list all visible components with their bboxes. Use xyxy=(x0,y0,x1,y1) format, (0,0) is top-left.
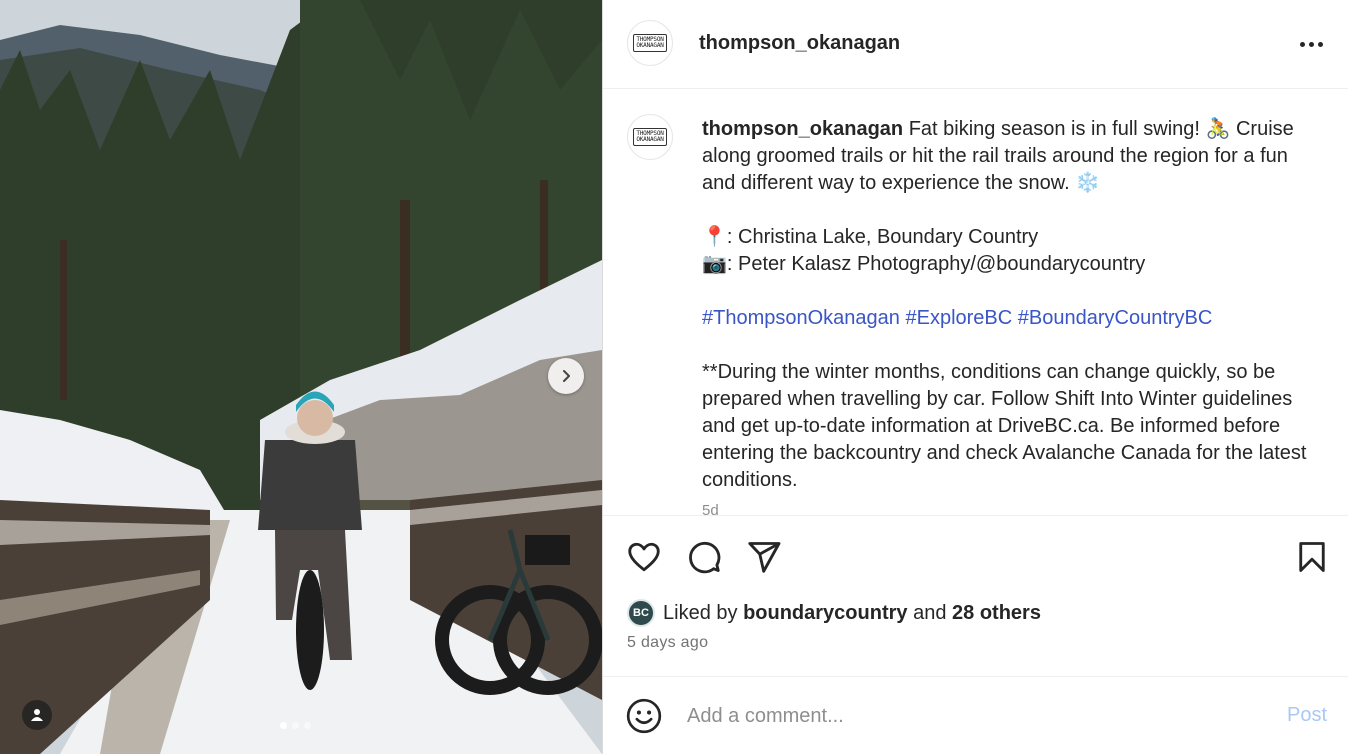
caption-section: THOMPSON OKANAGAN thompson_okanagan Fat … xyxy=(603,90,1348,516)
likes-and: and xyxy=(913,601,947,624)
more-horizontal-icon xyxy=(1308,41,1314,47)
post-date[interactable]: 5 days ago xyxy=(627,634,708,652)
hashtag-link[interactable]: #ThompsonOkanagan xyxy=(702,307,900,329)
heart-icon xyxy=(628,542,660,572)
post-side-panel: THOMPSON OKANAGAN thompson_okanagan THOM… xyxy=(602,0,1348,754)
caption-username[interactable]: thompson_okanagan xyxy=(702,118,903,140)
carousel-dot xyxy=(292,722,299,729)
likes-text: Liked by boundarycountry and 28 others xyxy=(663,602,1041,625)
brand-logo: THOMPSON OKANAGAN xyxy=(633,34,667,52)
more-horizontal-icon xyxy=(1317,41,1323,47)
liker-avatar[interactable]: BC xyxy=(627,599,655,627)
logo-line: OKANAGAN xyxy=(636,42,664,49)
tagged-users-button[interactable] xyxy=(22,700,52,730)
emoji-button[interactable] xyxy=(625,697,663,735)
share-button[interactable] xyxy=(745,538,783,576)
save-button[interactable] xyxy=(1293,538,1331,576)
next-image-button[interactable] xyxy=(548,358,584,394)
post-comment-button[interactable]: Post xyxy=(1287,704,1327,727)
logo-line: OKANAGAN xyxy=(636,136,664,143)
more-options-button[interactable] xyxy=(1293,30,1329,58)
caption-hashtags: #ThompsonOkanagan #ExploreBC #BoundaryCo… xyxy=(702,305,1314,332)
comment-input[interactable] xyxy=(687,701,1257,731)
like-button[interactable] xyxy=(625,538,663,576)
user-tag-icon xyxy=(31,709,43,721)
caption-notice: **During the winter months, conditions c… xyxy=(702,361,1307,491)
chevron-right-icon xyxy=(563,370,570,382)
hashtag-link[interactable]: #BoundaryCountryBC xyxy=(1018,307,1213,329)
carousel-dot xyxy=(280,722,287,729)
avatar[interactable]: THOMPSON OKANAGAN xyxy=(627,20,673,66)
smiley-icon xyxy=(626,698,662,734)
comment-button[interactable] xyxy=(685,538,723,576)
likes-summary: BC Liked by boundarycountry and 28 other… xyxy=(627,598,1041,628)
header-username[interactable]: thompson_okanagan xyxy=(699,32,900,55)
comment-icon xyxy=(689,541,721,574)
caption-text: thompson_okanagan Fat biking season is i… xyxy=(702,116,1314,494)
more-horizontal-icon xyxy=(1299,41,1305,47)
post-header: THOMPSON OKANAGAN thompson_okanagan xyxy=(603,0,1348,89)
action-bar xyxy=(603,518,1348,594)
likes-prefix: Liked by xyxy=(663,601,738,624)
post-photo[interactable] xyxy=(0,0,602,754)
paper-plane-icon xyxy=(748,542,781,573)
brand-logo: THOMPSON OKANAGAN xyxy=(633,128,667,146)
liker-username[interactable]: boundarycountry xyxy=(743,602,907,624)
likes-others-link[interactable]: 28 others xyxy=(952,602,1041,624)
bookmark-icon xyxy=(1299,542,1325,572)
carousel-dot xyxy=(304,722,311,729)
avatar[interactable]: THOMPSON OKANAGAN xyxy=(627,114,673,160)
hashtag-link[interactable]: #ExploreBC xyxy=(905,307,1012,329)
comment-bar: Post xyxy=(603,676,1348,754)
carousel-indicator xyxy=(280,722,311,729)
caption-location: 📍: Christina Lake, Boundary Country xyxy=(702,226,1039,248)
caption-timestamp[interactable]: 5d xyxy=(702,502,719,515)
photo-scene xyxy=(0,0,602,754)
caption-photo-credit: 📷: Peter Kalasz Photography/@boundarycou… xyxy=(702,253,1146,275)
